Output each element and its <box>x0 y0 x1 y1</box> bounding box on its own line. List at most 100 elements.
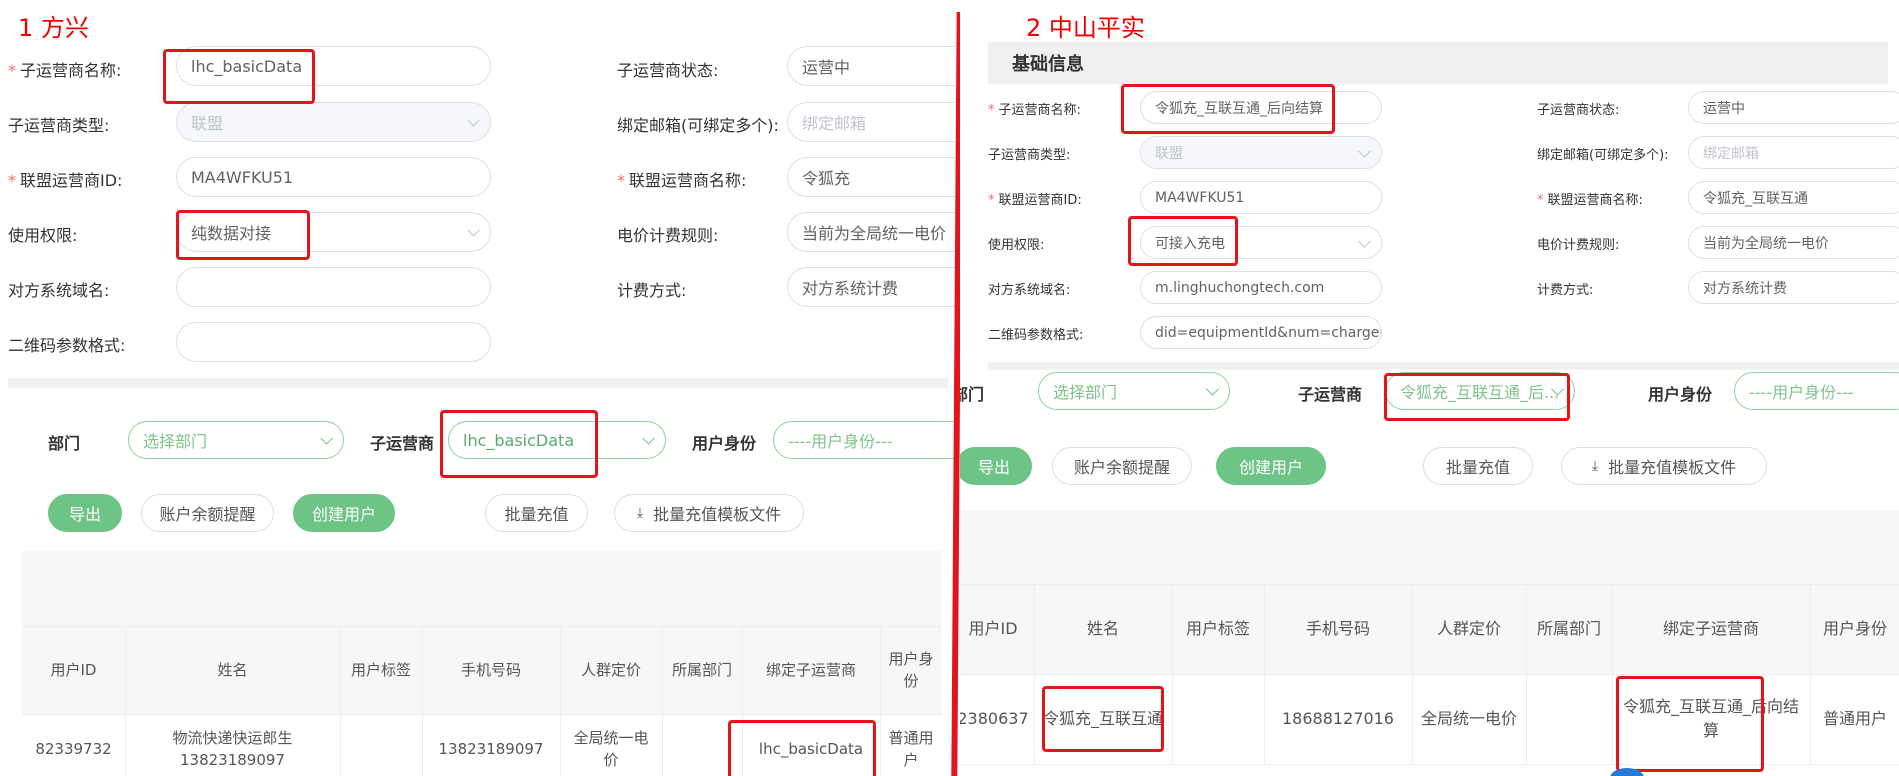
type-label: 子运营商类型: <box>8 116 110 135</box>
price-rule-label: 电价计费规则: <box>1537 238 1620 253</box>
create-user-button[interactable]: 创建用户 <box>293 494 395 532</box>
billing-input[interactable]: 对方系统计费 <box>787 267 955 307</box>
chevron-down-icon <box>642 431 655 445</box>
highlight-box <box>1384 373 1570 421</box>
domain-label: 对方系统域名: <box>8 281 110 300</box>
alliance-id-input[interactable]: MA4WFKU51 <box>176 157 491 197</box>
export-button[interactable]: 导出 <box>48 494 122 532</box>
balance-reminder-button[interactable]: 账户余额提醒 <box>1052 447 1192 485</box>
status-input[interactable]: 运营中 <box>787 46 955 86</box>
table-header-cell: 人群定价 <box>1436 619 1501 638</box>
table-header-cell: 姓名 <box>1086 619 1119 638</box>
status-label: 子运营商状态: <box>1537 103 1620 118</box>
email-label: 绑定邮箱(可绑定多个): <box>617 116 779 135</box>
alliance-name-label: * 联盟运营商名称: <box>617 171 747 190</box>
alliance-name-input[interactable]: 令狐充 <box>787 157 955 197</box>
highlight-box <box>1121 84 1335 134</box>
type-label: 子运营商类型: <box>988 148 1071 163</box>
batch-template-button[interactable]: ⤓ 批量充值模板文件 <box>614 494 804 532</box>
status-label: 子运营商状态: <box>617 61 719 80</box>
table-cell: 13823189097 <box>438 739 544 758</box>
create-user-button[interactable]: 创建用户 <box>1216 447 1326 485</box>
dept-select[interactable]: 选择部门 <box>128 421 344 459</box>
export-button[interactable]: 导出 <box>960 447 1032 485</box>
table-cell: 全局统一电价 <box>573 728 649 770</box>
sub-name-label: * 子运营商名称: <box>8 61 122 80</box>
domain-input[interactable]: m.linghuchongtech.com <box>1140 271 1382 304</box>
batch-recharge-button[interactable]: 批量充值 <box>1423 447 1533 485</box>
email-input[interactable]: 绑定邮箱 <box>787 102 955 142</box>
highlight-box <box>1616 676 1764 772</box>
billing-input[interactable]: 对方系统计费 <box>1688 271 1899 304</box>
section-title: 基础信息 <box>988 42 1888 84</box>
table-header-cell: 所属部门 <box>671 660 732 679</box>
sub-filter-label: 子运营商 <box>370 434 435 453</box>
highlight-box <box>1042 686 1164 752</box>
email-input[interactable]: 绑定邮箱 <box>1688 136 1899 169</box>
highlight-box <box>1128 216 1238 266</box>
domain-label: 对方系统域名: <box>988 283 1071 298</box>
table-header-cell: 姓名 <box>217 660 248 679</box>
email-label: 绑定邮箱(可绑定多个): <box>1537 148 1669 163</box>
table-cell <box>1526 674 1612 764</box>
status-input[interactable]: 运营中 <box>1688 91 1899 124</box>
billing-label: 计费方式: <box>617 281 687 300</box>
section-separator <box>988 362 1899 370</box>
chevron-down-icon <box>467 113 480 127</box>
sub-name-label: * 子运营商名称: <box>988 103 1081 118</box>
download-icon: ⤓ <box>1591 458 1599 474</box>
table-cell <box>1172 674 1264 764</box>
chevron-down-icon <box>320 431 333 445</box>
dept-filter-label: 部门 <box>960 385 985 404</box>
identity-filter-label: 用户身份 <box>1648 385 1713 404</box>
batch-template-button[interactable]: ⤓ 批量充值模板文件 <box>1561 447 1767 485</box>
table-cell: 18688127016 <box>1282 709 1394 728</box>
qr-label: 二维码参数格式: <box>8 336 126 355</box>
table-cell: 2380637 <box>960 709 1029 728</box>
alliance-name-input[interactable]: 令狐充_互联互通 <box>1688 181 1899 214</box>
table-header-cell: 用户标签 <box>1185 619 1250 638</box>
permission-label: 使用权限: <box>988 238 1045 253</box>
table-header-cell: 用户ID <box>968 619 1018 638</box>
permission-label: 使用权限: <box>8 226 78 245</box>
identity-filter-label: 用户身份 <box>692 434 757 453</box>
table-top-band <box>960 510 1899 584</box>
chevron-down-icon <box>1358 144 1371 158</box>
highlight-box <box>163 49 315 104</box>
table-top-band <box>22 551 942 626</box>
chevron-down-icon <box>1206 382 1219 396</box>
qr-input[interactable] <box>176 322 491 362</box>
balance-reminder-button[interactable]: 账户余额提醒 <box>141 494 274 532</box>
type-select[interactable]: 联盟 <box>176 102 491 142</box>
left-annotation: 1 方兴 <box>18 14 89 42</box>
batch-recharge-button[interactable]: 批量充值 <box>485 494 588 532</box>
table-header-cell: 手机号码 <box>460 660 521 679</box>
table-header-cell: 用户ID <box>50 660 97 679</box>
section-separator <box>8 378 948 388</box>
price-rule-input[interactable]: 当前为全局统一电价 <box>1688 226 1899 259</box>
table-cell <box>340 714 422 776</box>
right-panel: 2 中山平实 基础信息 * 子运营商名称: 令狐充_互联互通_后向结算 子运营商状… <box>960 0 1899 776</box>
dept-filter-label: 部门 <box>48 434 81 453</box>
identity-select[interactable]: ----用户身份--- <box>1734 372 1899 410</box>
alliance-id-label: * 联盟运营商ID: <box>8 171 123 190</box>
qr-input[interactable]: did=equipmentId&num=chargeUnitI <box>1140 316 1382 349</box>
identity-select[interactable]: ----用户身份--- <box>773 421 955 459</box>
right-annotation: 2 中山平实 <box>1026 14 1145 42</box>
price-rule-input[interactable]: 当前为全局统一电价 <box>787 212 955 252</box>
table-header-cell: 人群定价 <box>580 660 641 679</box>
table-header-cell: 所属部门 <box>1536 619 1601 638</box>
table-header-cell: 用户身份 <box>888 649 934 691</box>
alliance-id-input[interactable]: MA4WFKU51 <box>1140 181 1382 214</box>
table-cell: 普通用户 <box>1822 709 1887 728</box>
highlight-box <box>440 410 598 478</box>
table-header-cell: 绑定子运营商 <box>1662 619 1759 638</box>
type-select[interactable]: 联盟 <box>1140 136 1382 169</box>
domain-input[interactable] <box>176 267 491 307</box>
dept-select[interactable]: 选择部门 <box>1038 372 1230 410</box>
table-header-cell: 用户标签 <box>350 660 411 679</box>
qr-label: 二维码参数格式: <box>988 328 1084 343</box>
chevron-down-icon <box>1358 234 1371 248</box>
table-cell: 全局统一电价 <box>1420 709 1517 728</box>
price-rule-label: 电价计费规则: <box>617 226 719 245</box>
